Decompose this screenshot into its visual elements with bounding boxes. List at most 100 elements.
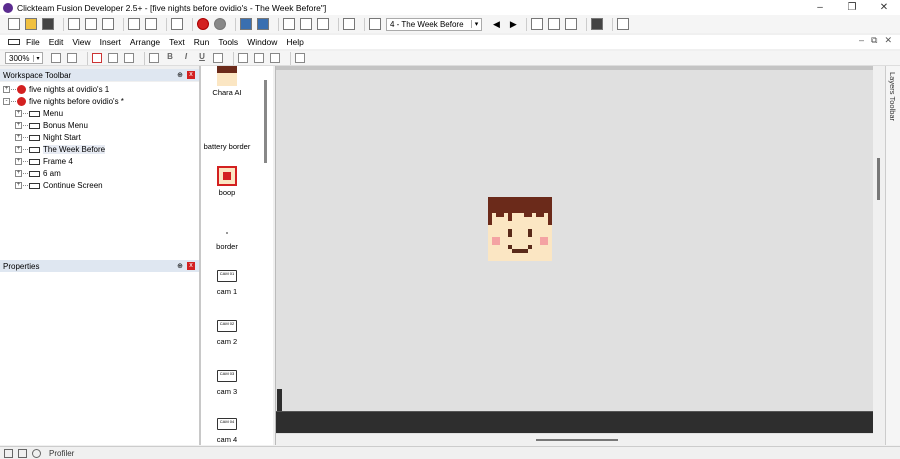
expander-icon[interactable]: + (15, 170, 22, 177)
menu-help[interactable]: Help (286, 37, 303, 47)
copy-icon[interactable] (85, 18, 97, 30)
run-application-icon[interactable] (547, 18, 560, 30)
grid-icon[interactable] (92, 53, 102, 63)
horizontal-scrollbar[interactable] (276, 434, 874, 445)
menu-view[interactable]: View (72, 37, 90, 47)
italic-button[interactable]: I (181, 53, 191, 63)
tree-item[interactable]: + five nights at ovidio's 1 (3, 85, 109, 94)
library-item[interactable]: boop (201, 166, 253, 197)
align-left-icon[interactable] (238, 53, 248, 63)
font-icon[interactable] (149, 53, 159, 63)
menu-tools[interactable]: Tools (218, 37, 238, 47)
document-icon[interactable] (8, 39, 20, 45)
next-frame-icon[interactable]: ▶ (510, 19, 517, 30)
forward-icon[interactable] (214, 18, 226, 30)
library-item[interactable]: CAM 02 cam 2 (201, 320, 253, 346)
new-icon[interactable] (8, 18, 20, 30)
mdi-minimize-button[interactable]: – (859, 35, 864, 46)
scroll-thumb[interactable] (536, 439, 618, 441)
menu-arrange[interactable]: Arrange (130, 37, 160, 47)
disabled-icon[interactable] (343, 18, 355, 30)
debugger-icon[interactable] (616, 18, 629, 30)
zoom-select[interactable]: 300% ▾ (5, 52, 43, 64)
library-scrollbar[interactable] (264, 80, 267, 163)
library-item[interactable]: CAM 03 cam 3 (201, 370, 253, 396)
previous-frame-icon[interactable]: ◀ (493, 19, 500, 30)
chara-ai-sprite[interactable] (488, 197, 552, 261)
tree-item[interactable]: + Frame 4 (15, 157, 73, 166)
menu-insert[interactable]: Insert (100, 37, 121, 47)
menu-file[interactable]: File (26, 37, 40, 47)
layers-toolbar[interactable]: Layers Toolbar (885, 66, 900, 445)
expander-icon[interactable]: + (15, 134, 22, 141)
library-item[interactable]: border (201, 222, 253, 251)
menu-text[interactable]: Text (169, 37, 185, 47)
scroll-thumb[interactable] (877, 158, 880, 200)
chevron-down-icon[interactable]: ▾ (471, 20, 481, 28)
align-center-icon[interactable] (254, 53, 264, 63)
tree-item[interactable]: + Night Start (15, 133, 81, 142)
expander-icon[interactable]: + (15, 158, 22, 165)
pin-icon[interactable]: ⊕ (177, 262, 183, 270)
snap-icon[interactable] (108, 53, 118, 63)
open-icon[interactable] (25, 18, 37, 30)
frame-properties-icon[interactable] (369, 18, 381, 30)
close-icon[interactable]: x (187, 71, 195, 79)
build-icon[interactable] (564, 18, 577, 30)
run-frame-icon[interactable] (530, 18, 543, 30)
tree-item[interactable]: +6 am (15, 169, 61, 178)
expander-icon[interactable]: + (15, 146, 22, 153)
mdi-close-button[interactable]: ✕ (884, 35, 892, 46)
undo-icon[interactable] (128, 18, 140, 30)
frame-select[interactable]: 4 - The Week Before ▾ (386, 17, 482, 31)
minimize-button[interactable]: – (804, 0, 836, 15)
expander-icon[interactable]: + (15, 110, 22, 117)
save-icon[interactable] (42, 18, 54, 30)
tree-item[interactable]: - five nights before ovidio's * (3, 97, 124, 106)
library-item[interactable]: battery border (201, 140, 253, 151)
help-icon[interactable] (171, 18, 183, 30)
wand-icon[interactable] (67, 53, 77, 63)
chevron-down-icon[interactable]: ▾ (33, 54, 42, 62)
bold-button[interactable]: B (165, 53, 175, 63)
paste-icon[interactable] (102, 18, 114, 30)
storyboard-editor-icon[interactable] (240, 18, 252, 30)
align-right-icon[interactable] (270, 53, 280, 63)
test-icon[interactable] (590, 18, 603, 30)
maximize-button[interactable]: ❐ (836, 0, 868, 15)
clock-icon[interactable] (32, 448, 41, 458)
menu-edit[interactable]: Edit (49, 37, 64, 47)
text-color-icon[interactable] (213, 53, 223, 63)
menu-window[interactable]: Window (247, 37, 277, 47)
profiler-tab[interactable]: Profiler (49, 449, 74, 458)
hand-icon[interactable] (51, 53, 61, 63)
data-elements-icon[interactable] (317, 18, 329, 30)
search-icon[interactable] (18, 448, 27, 458)
expander-icon[interactable]: + (15, 182, 22, 189)
redo-icon[interactable] (145, 18, 157, 30)
expander-icon[interactable]: + (3, 86, 10, 93)
layer-icon[interactable] (124, 53, 134, 63)
tree-item[interactable]: + Menu (15, 109, 63, 118)
vertical-scrollbar[interactable] (873, 66, 885, 445)
tree-item[interactable]: + The Week Before (15, 145, 106, 154)
close-icon[interactable]: x (187, 262, 195, 270)
library-item[interactable]: CAM 01 cam 1 (201, 270, 253, 296)
frame-editor-icon[interactable] (257, 18, 269, 30)
pin-icon[interactable]: ⊕ (177, 71, 183, 79)
library-item[interactable]: CAM 04 cam 4 (201, 418, 253, 444)
cut-icon[interactable] (68, 18, 80, 30)
tree-item[interactable]: + Bonus Menu (15, 121, 88, 130)
frame-canvas[interactable] (276, 70, 874, 411)
mdi-restore-button[interactable]: ⧉ (871, 35, 877, 46)
event-editor-icon[interactable] (283, 18, 295, 30)
close-button[interactable]: ✕ (868, 0, 900, 15)
fit-icon[interactable] (295, 53, 305, 63)
menu-run[interactable]: Run (194, 37, 210, 47)
underline-button[interactable]: U (197, 53, 207, 63)
library-item[interactable]: Chara AI (201, 66, 253, 97)
workspace-tab-icon[interactable] (4, 448, 13, 458)
event-list-icon[interactable] (300, 18, 312, 30)
expander-icon[interactable]: + (15, 122, 22, 129)
stop-icon[interactable] (197, 18, 209, 30)
